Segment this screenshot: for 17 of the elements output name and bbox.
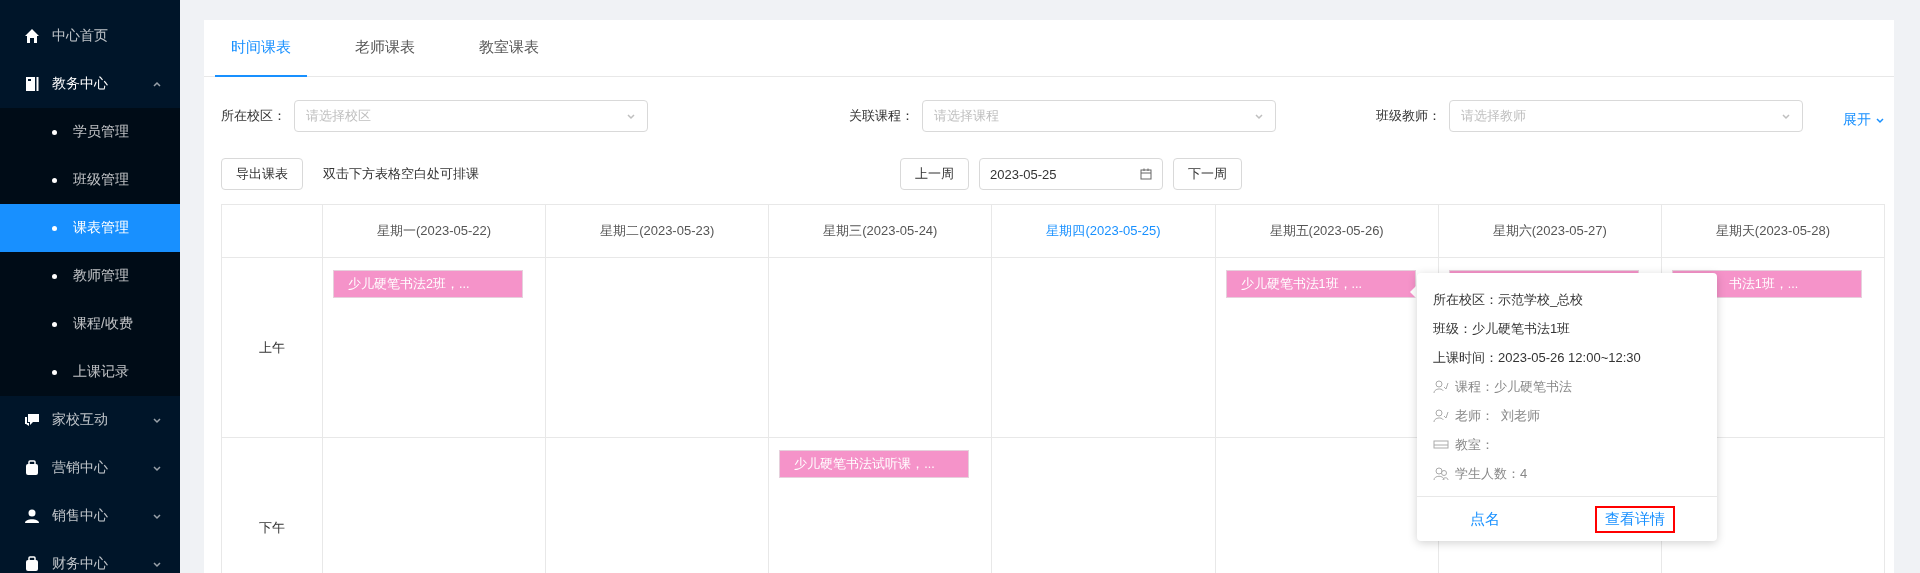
detail-text: 课程：少儿硬笔书法 [1455, 377, 1572, 396]
hint-text: 双击下方表格空白处可排课 [323, 165, 480, 183]
period-label: 上午 [222, 258, 323, 438]
day-header: 星期三(2023-05-24) [769, 205, 993, 258]
period-label: 下午 [222, 438, 323, 573]
detail-text: 学生人数：4 [1455, 464, 1528, 483]
detail-text: 教室： [1455, 435, 1494, 454]
day-header: 星期六(2023-05-27) [1438, 205, 1662, 258]
filter-label: 班级教师： [1376, 107, 1441, 125]
day-header: 星期天(2023-05-28) [1661, 205, 1885, 258]
filter-label: 关联课程： [848, 107, 914, 125]
day-header: 星期一(2023-05-22) [323, 205, 547, 258]
day-header: 星期五(2023-05-26) [1215, 205, 1439, 258]
day-header: 星期二(2023-05-23) [546, 205, 770, 258]
day-header: 星期四(2023-05-25) [992, 205, 1216, 258]
detail-text: 老师： 刘老师 [1455, 406, 1541, 425]
filter-label: 所在校区： [221, 107, 286, 125]
